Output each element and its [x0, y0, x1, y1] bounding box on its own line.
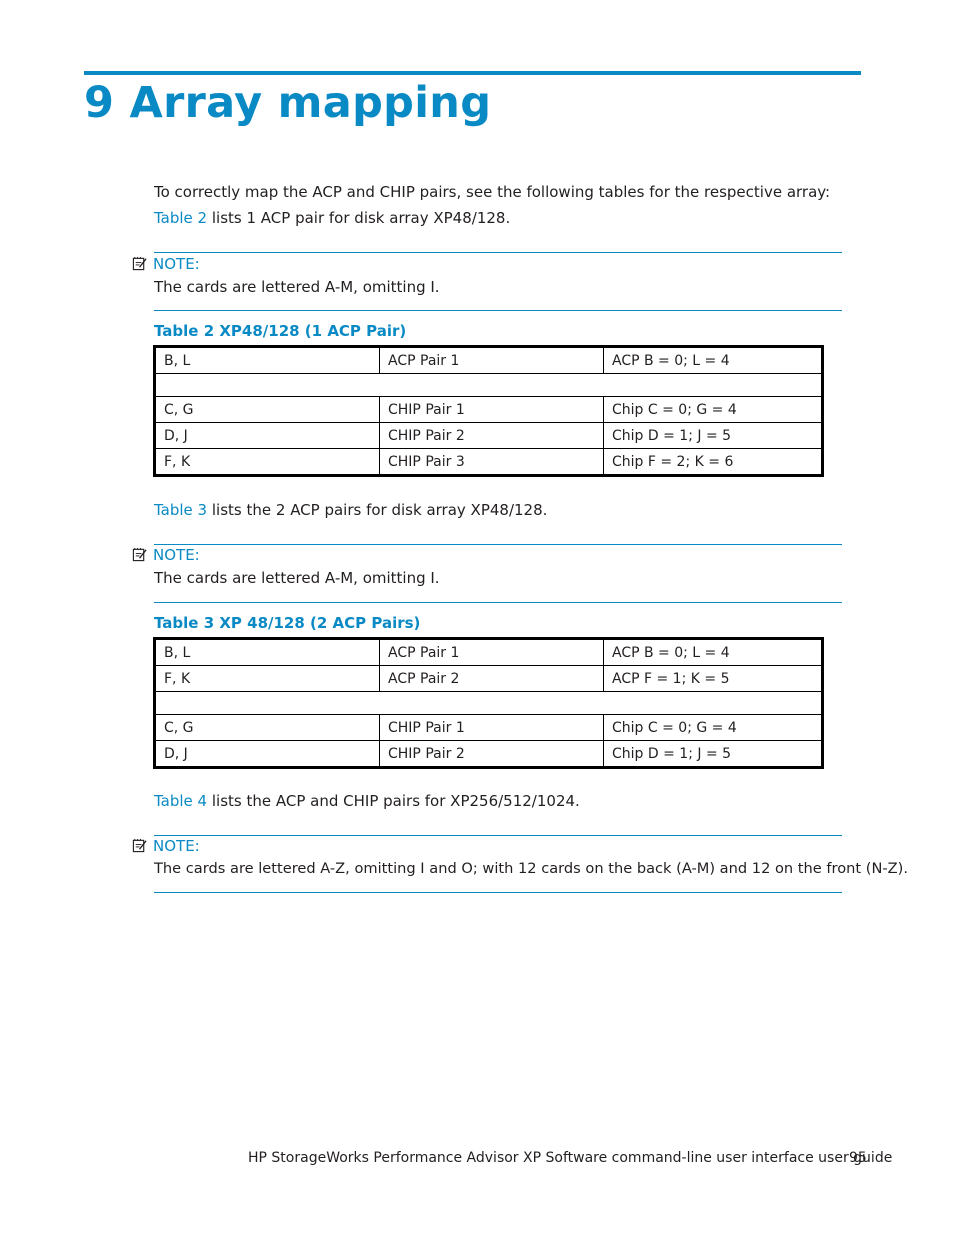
note-heading: NOTE: — [132, 546, 200, 564]
table-cell — [154, 691, 823, 715]
table-row: D, J CHIP Pair 2 Chip D = 1; J = 5 — [154, 740, 823, 768]
note-top-rule — [154, 835, 842, 836]
table-cell: CHIP Pair 3 — [379, 448, 604, 476]
note-text: The cards are lettered A-M, omitting I. — [154, 569, 440, 587]
table-cell: Chip D = 1; J = 5 — [603, 422, 823, 449]
table-cell: CHIP Pair 2 — [379, 740, 604, 768]
table-row: B, L ACP Pair 1 ACP B = 0; L = 4 — [154, 346, 823, 374]
table-cell: Chip C = 0; G = 4 — [603, 396, 823, 423]
table-cell: ACP B = 0; L = 4 — [612, 352, 730, 369]
table-row-spacer — [154, 691, 823, 715]
table-cell: ACP F = 1; K = 5 — [603, 665, 823, 692]
table-cell: C, G — [154, 714, 380, 741]
table-cell: D, J — [154, 740, 380, 768]
note-bottom-rule — [154, 602, 842, 603]
note-text: The cards are lettered A-Z, omitting I a… — [154, 860, 908, 877]
note-label: NOTE: — [153, 546, 200, 564]
footer-title: HP StorageWorks Performance Advisor XP S… — [248, 1150, 893, 1166]
table-cell: B, L — [154, 346, 380, 374]
lead-text: lists the 2 ACP pairs for disk array XP4… — [207, 501, 548, 519]
table-cell: Chip C = 0; G = 4 — [603, 714, 823, 741]
note-top-rule — [154, 252, 842, 253]
intro-paragraph: To correctly map the ACP and CHIP pairs,… — [154, 183, 831, 201]
table-3: B, L ACP Pair 1 ACP B = 0; L = 4 F, K ACP P… — [153, 637, 824, 769]
table-3-link[interactable]: Table 3 — [154, 501, 207, 519]
lead-paragraph-table-3: Table 3 lists the 2 ACP pairs for disk a… — [154, 501, 547, 519]
table-cell: CHIP Pair 1 — [379, 396, 604, 423]
chapter-title: 9 Array mapping — [84, 78, 492, 128]
table-row: C, G CHIP Pair 1 Chip C = 0; G = 4 — [154, 396, 823, 423]
table-cell: ACP Pair 2 — [379, 665, 604, 692]
lead-text: lists 1 ACP pair for disk array XP48/128… — [207, 209, 511, 227]
table-2-link[interactable]: Table 2 — [154, 209, 207, 227]
table-cell: D, J — [154, 422, 380, 449]
lead-paragraph-table-2: Table 2 lists 1 ACP pair for disk array … — [154, 209, 510, 227]
table-row: B, L ACP Pair 1 ACP B = 0; L = 4 — [154, 638, 823, 666]
table-cell: F, K — [154, 448, 380, 476]
table-cell: ACP B = 0; L = 4 — [612, 644, 730, 661]
chapter-rule — [84, 71, 861, 75]
table-row: F, K CHIP Pair 3 Chip F = 2; K = 6 — [154, 448, 823, 476]
table-4-link[interactable]: Table 4 — [154, 792, 207, 810]
note-icon — [132, 547, 147, 562]
note-bottom-rule — [154, 310, 842, 311]
note-text: The cards are lettered A-M, omitting I. — [154, 278, 440, 296]
table-cell: ACP Pair 1 — [379, 638, 604, 666]
table-cell: ACP Pair 1 — [379, 346, 604, 374]
table-cell: CHIP Pair 2 — [379, 422, 604, 449]
note-label: NOTE: — [153, 255, 200, 273]
table-cell: F, K — [154, 665, 380, 692]
note-top-rule — [154, 544, 842, 545]
note-label: NOTE: — [153, 837, 200, 855]
note-heading: NOTE: — [132, 837, 200, 855]
table-row: F, K ACP Pair 2 ACP F = 1; K = 5 — [154, 665, 823, 692]
note-heading: NOTE: — [132, 255, 200, 273]
table-cell: Chip D = 1; J = 5 — [603, 740, 823, 768]
table-row-spacer — [154, 373, 823, 397]
note-icon — [132, 256, 147, 271]
lead-text: lists the ACP and CHIP pairs for XP256/5… — [207, 792, 580, 810]
table-cell — [154, 373, 823, 397]
table-2: B, L ACP Pair 1 ACP B = 0; L = 4 C, G CHIP … — [153, 345, 824, 477]
page-number: 95 — [849, 1150, 867, 1166]
table-row: C, G CHIP Pair 1 Chip C = 0; G = 4 — [154, 714, 823, 741]
note-icon — [132, 838, 147, 853]
table-cell: CHIP Pair 1 — [379, 714, 604, 741]
table-cell: Chip F = 2; K = 6 — [603, 448, 823, 476]
table-row: D, J CHIP Pair 2 Chip D = 1; J = 5 — [154, 422, 823, 449]
lead-paragraph-table-4: Table 4 lists the ACP and CHIP pairs for… — [154, 792, 580, 810]
table-cell: C, G — [154, 396, 380, 423]
table-cell: B, L — [154, 638, 380, 666]
note-bottom-rule — [154, 892, 842, 893]
table-2-title: Table 2 XP48/128 (1 ACP Pair) — [154, 322, 407, 340]
table-3-title: Table 3 XP 48/128 (2 ACP Pairs) — [154, 614, 421, 632]
